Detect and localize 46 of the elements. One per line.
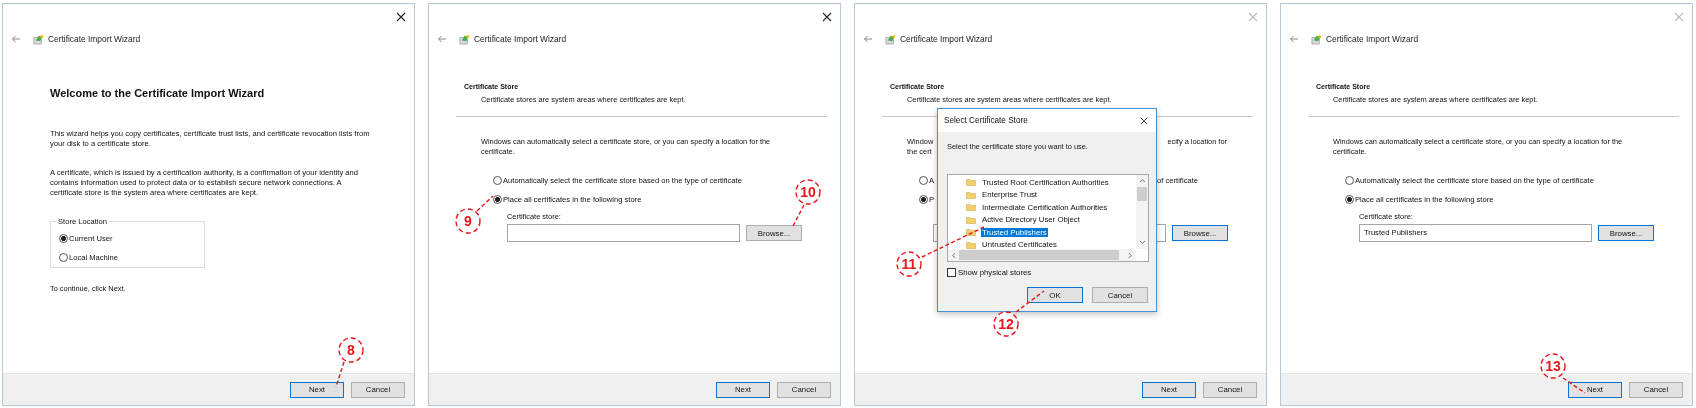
window-title: Certificate Import Wizard — [900, 34, 993, 44]
radio-button[interactable] — [59, 234, 68, 243]
radio-button[interactable] — [493, 175, 502, 185]
window-title: Certificate Import Wizard — [474, 34, 567, 44]
leader-line — [1015, 290, 1045, 313]
window-title: Certificate Import Wizard — [48, 34, 141, 44]
step-callout: 13 — [1540, 353, 1566, 379]
radio-button[interactable] — [493, 194, 502, 204]
back-arrow-icon[interactable] — [1289, 35, 1299, 43]
page-heading: Welcome to the Certificate Import Wizard — [50, 87, 266, 99]
back-arrow-icon[interactable] — [863, 35, 873, 43]
radio-button[interactable] — [919, 194, 928, 204]
back-arrow-icon[interactable] — [11, 35, 21, 43]
close-icon[interactable] — [1140, 116, 1148, 125]
radio-button[interactable] — [59, 253, 68, 262]
certificate-icon — [459, 33, 470, 45]
scroll-thumb[interactable] — [1137, 187, 1147, 201]
scroll-right-icon[interactable] — [1128, 251, 1133, 259]
scroll-thumb[interactable] — [959, 250, 1119, 260]
close-icon[interactable] — [396, 12, 406, 22]
certificate-icon — [33, 33, 44, 45]
leader-line — [791, 204, 805, 229]
radio-button[interactable] — [919, 175, 928, 185]
dialog-title: Select Certificate Store — [944, 116, 1028, 125]
certificate-icon — [1311, 33, 1322, 45]
window-title: Certificate Import Wizard — [1326, 34, 1419, 44]
checkbox[interactable] — [947, 268, 956, 277]
leader-line — [476, 195, 494, 212]
scroll-down-icon[interactable] — [1138, 240, 1146, 245]
horizontal-scrollbar[interactable] — [948, 249, 1136, 261]
step-callout: 9 — [455, 208, 481, 234]
store-field[interactable] — [507, 224, 740, 242]
step-callout: 10 — [795, 179, 821, 205]
certificate-icon — [885, 33, 896, 45]
close-icon[interactable] — [822, 12, 832, 22]
scroll-left-icon[interactable] — [951, 251, 956, 259]
step-callout: 12 — [993, 311, 1019, 337]
vertical-scrollbar[interactable] — [1136, 175, 1148, 249]
leader-line — [335, 361, 345, 388]
step-callout: 8 — [338, 337, 364, 363]
radio-button[interactable] — [1345, 194, 1354, 204]
back-arrow-icon[interactable] — [437, 35, 447, 43]
leader-line — [1562, 377, 1586, 394]
step-callout: 11 — [896, 251, 922, 277]
scroll-up-icon[interactable] — [1138, 178, 1146, 183]
radio-button[interactable] — [1345, 175, 1354, 185]
